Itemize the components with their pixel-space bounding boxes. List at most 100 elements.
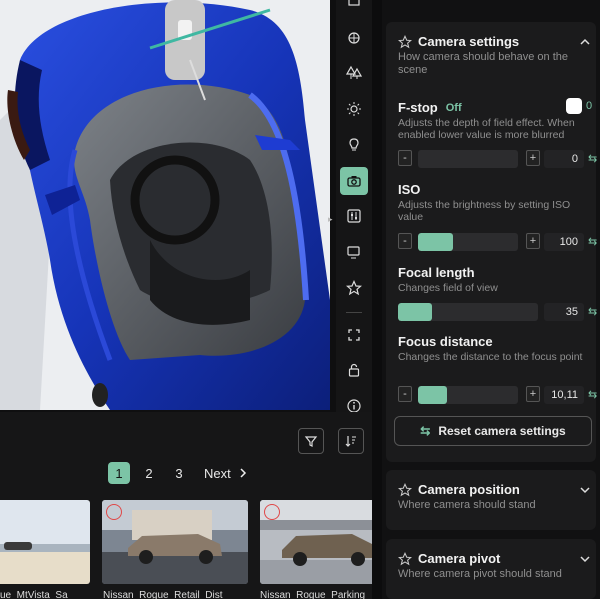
star-icon[interactable] — [398, 551, 412, 566]
iso-section: ISO Adjusts the brightness by setting IS… — [398, 182, 588, 223]
focus-distance-description: Changes the distance to the focus point — [398, 351, 583, 363]
app-root: ▸ 1 2 3 Next ue_MtVista_Sa Nissan_Rogue_… — [0, 0, 600, 599]
status-badge — [106, 504, 122, 520]
fstop-decrement-button[interactable]: - — [398, 150, 412, 166]
thumbnail-image — [102, 500, 248, 584]
camera-position-header[interactable]: Camera position — [386, 470, 596, 497]
fstop-description: Adjusts the depth of field effect. When … — [398, 117, 575, 141]
star-icon[interactable] — [340, 274, 368, 302]
camera-icon[interactable] — [340, 166, 368, 195]
thumbnail-caption: Nissan_Rogue_Parking — [260, 590, 366, 599]
focus-distance-increment-button[interactable]: + — [526, 386, 540, 402]
camera-pivot-header[interactable]: Camera pivot — [386, 539, 596, 566]
page-button-2[interactable]: 2 — [138, 462, 160, 484]
focus-distance-slider[interactable] — [418, 386, 518, 404]
focal-length-slider-fill — [398, 303, 432, 321]
refresh-icon: ⇆ — [420, 424, 431, 438]
chevron-up-icon[interactable] — [580, 38, 590, 46]
link-icon[interactable]: ⇆ — [588, 235, 597, 248]
panel-divider — [372, 0, 382, 599]
card-title: Camera pivot — [418, 551, 501, 566]
focus-distance-value[interactable]: 10,11 — [544, 386, 584, 404]
next-page-button[interactable]: Next — [204, 466, 247, 481]
fstop-title: F-stop — [398, 100, 438, 115]
link-icon[interactable]: ⇆ — [588, 152, 597, 165]
chevron-right-icon — [240, 468, 246, 478]
focus-distance-slider-fill — [418, 386, 447, 404]
link-icon[interactable]: ⇆ — [588, 388, 597, 401]
iso-description: Adjusts the brightness by setting ISO va… — [398, 199, 571, 223]
card-subtitle: How camera should behave on the scene — [398, 51, 568, 76]
sort-button[interactable] — [338, 428, 364, 454]
sort-icon — [345, 436, 356, 447]
fstop-section: F-stop Off Adjusts the depth of field ef… — [398, 100, 578, 141]
fullscreen-icon[interactable] — [340, 321, 368, 349]
pagination: 1 2 3 Next — [108, 462, 247, 484]
card-title: Camera settings — [418, 34, 520, 49]
iso-title: ISO — [398, 182, 421, 197]
adjustments-icon[interactable] — [340, 203, 368, 231]
focal-length-slider[interactable] — [398, 303, 538, 321]
focus-distance-title: Focus distance — [398, 334, 493, 349]
panel-collapse-handle[interactable]: ▸ — [328, 214, 333, 225]
fstop-state: Off — [445, 101, 462, 114]
camera-position-card[interactable]: Camera position Where camera should stan… — [386, 470, 596, 530]
focal-length-title: Focal length — [398, 265, 475, 280]
focus-distance-slider-row: - + 10,11 ⇆ — [398, 386, 600, 404]
iso-increment-button[interactable]: + — [526, 233, 540, 249]
thumbnail-card[interactable] — [0, 500, 90, 584]
filter-icon — [304, 436, 318, 447]
cast-icon[interactable] — [340, 238, 368, 266]
thumbnail-card[interactable] — [260, 500, 372, 584]
toolbar-divider — [346, 311, 362, 313]
cube-icon[interactable] — [340, 0, 368, 16]
focal-length-section: Focal length Changes field of view — [398, 265, 588, 294]
focal-length-slider-row: 35 ⇆ — [398, 303, 600, 321]
fstop-increment-button[interactable]: + — [526, 150, 540, 166]
chevron-down-icon[interactable] — [580, 555, 590, 563]
link-icon[interactable]: ⇆ — [588, 305, 597, 318]
trees-icon[interactable] — [340, 60, 368, 88]
scene-browser: 1 2 3 Next ue_MtVista_Sa Nissan_Rogue_Re… — [0, 412, 372, 599]
focus-distance-decrement-button[interactable]: - — [398, 386, 412, 402]
card-subtitle: Where camera pivot should stand — [398, 568, 562, 580]
vertical-toolbar — [336, 0, 372, 420]
page-button-1[interactable]: 1 — [108, 462, 130, 484]
focal-length-value[interactable]: 35 — [544, 303, 584, 321]
chevron-down-icon[interactable] — [580, 486, 590, 494]
star-icon[interactable] — [398, 482, 412, 497]
thumbnail-card[interactable] — [102, 500, 248, 584]
settings-panel: Camera settings How camera should behave… — [382, 0, 600, 599]
iso-decrement-button[interactable]: - — [398, 233, 412, 249]
fstop-slider-row: - + 0 ⇆ — [398, 150, 600, 168]
thumbnail-caption: Nissan_Rogue_Retail_Dist — [103, 590, 223, 599]
fstop-value[interactable]: 0 — [544, 150, 584, 168]
fstop-toggle-value: 0 — [586, 100, 593, 112]
reset-label: Reset camera settings — [438, 424, 566, 438]
fstop-slider[interactable] — [418, 150, 518, 168]
iso-slider[interactable] — [418, 233, 518, 251]
page-button-3[interactable]: 3 — [168, 462, 190, 484]
focus-distance-section: Focus distance Changes the distance to t… — [398, 334, 588, 363]
camera-settings-header[interactable]: Camera settings — [386, 22, 596, 49]
fstop-toggle[interactable] — [566, 98, 582, 114]
camera-pivot-card[interactable]: Camera pivot Where camera pivot should s… — [386, 539, 596, 599]
star-icon[interactable] — [398, 34, 412, 49]
lock-icon[interactable] — [340, 356, 368, 384]
3d-viewport[interactable] — [0, 0, 330, 410]
lightbulb-icon[interactable] — [340, 131, 368, 159]
environment-icon[interactable] — [340, 24, 368, 52]
thumbnail-caption: ue_MtVista_Sa — [0, 590, 68, 599]
iso-slider-row: - + 100 ⇆ — [398, 233, 600, 251]
sun-icon[interactable] — [340, 95, 368, 123]
iso-slider-fill — [418, 233, 453, 251]
thumbnail-image — [0, 500, 90, 584]
status-badge — [264, 504, 280, 520]
iso-value[interactable]: 100 — [544, 233, 584, 251]
camera-settings-card: Camera settings How camera should behave… — [386, 22, 597, 462]
reset-camera-settings-button[interactable]: ⇆ Reset camera settings — [394, 416, 592, 446]
focal-length-description: Changes field of view — [398, 282, 498, 294]
filter-button[interactable] — [298, 428, 324, 454]
car-render — [0, 0, 330, 410]
thumbnail-strip: ue_MtVista_Sa Nissan_Rogue_Retail_Dist N… — [0, 500, 372, 599]
